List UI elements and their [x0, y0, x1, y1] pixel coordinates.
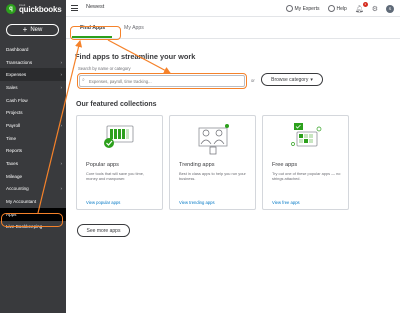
company-name: Newest	[86, 4, 105, 10]
view-popular-apps-link[interactable]: View popular apps	[86, 200, 120, 205]
sidebar-item-cash-flow[interactable]: Cash Flow	[0, 94, 66, 107]
quickbooks-logo-mark: q	[6, 4, 16, 14]
sidebar-item-accounting[interactable]: Accounting ›	[0, 183, 66, 196]
bell-icon[interactable]: 🔔︎ 1	[355, 1, 368, 13]
tab-my-apps[interactable]: My Apps	[124, 25, 144, 31]
card-description: Best in class apps to help you run your …	[179, 171, 246, 182]
sidebar-item-time[interactable]: Time	[0, 132, 66, 145]
popular-apps-illustration	[104, 125, 134, 148]
search-annotation-highlight	[77, 73, 247, 89]
sidebar-item-label: Expenses	[6, 72, 27, 78]
or-text: or	[251, 78, 255, 83]
sidebar-item-reports[interactable]: Reports	[0, 145, 66, 158]
sidebar-item-my-accountant[interactable]: My Accountant	[0, 195, 66, 208]
sidebar-item-expenses[interactable]: Expenses ›	[0, 68, 66, 82]
browse-category-label: Browse category	[271, 76, 309, 83]
sidebar-item-label: Cash Flow	[6, 97, 28, 103]
chevron-right-icon: ›	[60, 59, 63, 65]
chevron-right-icon: ›	[60, 84, 63, 90]
sidebar-item-transactions[interactable]: Transactions ›	[0, 56, 66, 69]
free-apps-illustration	[291, 123, 322, 147]
top-bar-actions: My Experts Help 🔔︎ 1 ⚙ S	[285, 0, 400, 17]
sidebar-item-label: Sales	[6, 84, 18, 90]
find-apps-annotation-highlight	[70, 26, 121, 40]
sidebar-item-label: Mileage	[6, 173, 23, 179]
sidebar-item-projects[interactable]: Projects	[0, 106, 66, 119]
logo-text: quickbooks	[19, 5, 62, 14]
sidebar-item-mileage[interactable]: Mileage	[0, 170, 66, 183]
avatar[interactable]: S	[386, 4, 394, 13]
sidebar: q intuit quickbooks + New Dashboard Tran…	[0, 0, 66, 313]
chevron-right-icon: ›	[60, 72, 63, 78]
sidebar-item-dashboard[interactable]: Dashboard	[0, 43, 66, 56]
page-title: Find apps to streamline your work	[75, 52, 196, 61]
chevron-right-icon: ›	[60, 122, 63, 128]
help-label: Help	[336, 5, 347, 12]
my-experts-label: My Experts	[294, 5, 320, 12]
help-icon	[327, 5, 335, 12]
sidebar-item-label: Dashboard	[6, 46, 29, 52]
plus-icon: +	[22, 25, 28, 34]
view-trending-apps-link[interactable]: View trending apps	[179, 200, 215, 205]
my-experts-link[interactable]: My Experts	[285, 5, 320, 12]
sidebar-item-payroll[interactable]: Payroll ›	[0, 119, 66, 132]
apps-annotation-highlight	[1, 213, 63, 227]
sidebar-item-label: Projects	[6, 110, 23, 116]
quickbooks-logo[interactable]: q intuit quickbooks	[6, 3, 62, 15]
trending-apps-card[interactable]: Trending apps Best in class apps to help…	[169, 115, 256, 210]
sidebar-item-label: Taxes	[6, 161, 18, 167]
trending-apps-illustration	[198, 124, 229, 155]
new-button-label: New	[30, 27, 43, 33]
sidebar-item-label: My Accountant	[6, 199, 37, 205]
search-label: Search by name or category	[78, 66, 131, 71]
sidebar-item-label: Accounting	[6, 186, 29, 192]
help-link[interactable]: Help	[327, 5, 347, 12]
new-button[interactable]: + New	[6, 24, 59, 36]
top-bar: Newest My Experts Help 🔔︎ 1 ⚙ S	[66, 0, 400, 17]
card-title: Popular apps	[86, 162, 119, 168]
notification-badge: 1	[362, 1, 368, 7]
sidebar-item-sales[interactable]: Sales ›	[0, 81, 66, 94]
hamburger-icon[interactable]	[71, 5, 78, 11]
popular-apps-card[interactable]: Popular apps Core tools that will save y…	[76, 115, 163, 210]
sidebar-item-label: Payroll	[6, 122, 21, 128]
card-title: Trending apps	[179, 162, 215, 168]
sidebar-item-taxes[interactable]: Taxes ›	[0, 157, 66, 170]
see-more-apps-button[interactable]: See more apps	[77, 224, 130, 237]
card-description: Try out one of these popular apps — no s…	[272, 171, 341, 182]
card-title: Free apps	[272, 162, 298, 168]
featured-collections-title: Our featured collections	[76, 101, 157, 108]
card-description: Core tools that will save you time, mone…	[86, 171, 144, 182]
chevron-right-icon: ›	[60, 161, 63, 167]
sidebar-nav: Dashboard Transactions › Expenses › Sales ›…	[0, 43, 66, 233]
sidebar-item-label: Transactions	[6, 59, 33, 65]
my-experts-icon	[285, 5, 293, 12]
sidebar-item-label: Time	[6, 135, 17, 141]
free-apps-card[interactable]: Free apps Try out one of these popular a…	[262, 115, 349, 210]
chevron-right-icon: ›	[60, 186, 63, 192]
sidebar-item-label: Reports	[6, 148, 23, 154]
browse-category-button[interactable]: Browse category ▾	[261, 73, 323, 86]
chevron-down-icon: ▾	[310, 76, 313, 83]
view-free-apps-link[interactable]: View free apps	[272, 200, 300, 205]
gear-icon[interactable]: ⚙	[372, 5, 378, 13]
